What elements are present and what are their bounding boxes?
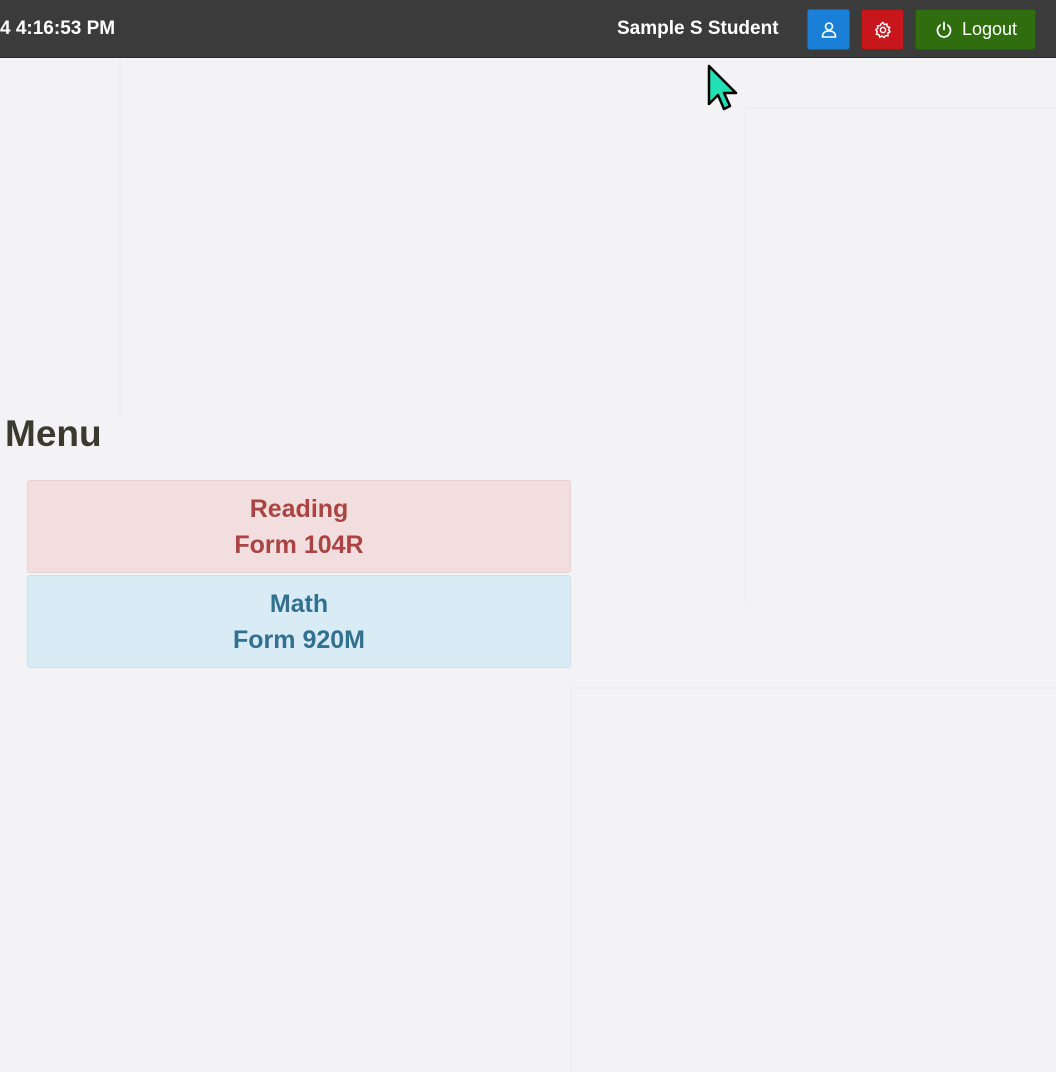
- menu-item-subject: Reading: [249, 495, 349, 523]
- menu-item-form: Form 920M: [233, 626, 365, 654]
- top-bar: 4 4:16:53 PM Sample S Student Logout: [0, 0, 1056, 58]
- user-icon: [819, 20, 839, 40]
- profile-button[interactable]: [807, 9, 850, 50]
- menu-title: Menu: [5, 413, 102, 454]
- user-name: Sample S Student: [617, 18, 779, 39]
- logout-button[interactable]: Logout: [915, 9, 1036, 50]
- menu-item-form: Form 104R: [234, 531, 364, 559]
- logout-label: Logout: [961, 19, 1018, 39]
- settings-button[interactable]: [861, 9, 904, 50]
- mouse-cursor-icon: [707, 64, 738, 111]
- menu-item-reading[interactable]: Reading Form 104R: [27, 480, 571, 573]
- menu-item-subject: Math: [269, 590, 329, 618]
- menu-item-math[interactable]: Math Form 920M: [27, 575, 571, 668]
- power-icon: [934, 20, 954, 40]
- clock: 4 4:16:53 PM: [0, 18, 116, 39]
- gear-icon: [873, 20, 893, 40]
